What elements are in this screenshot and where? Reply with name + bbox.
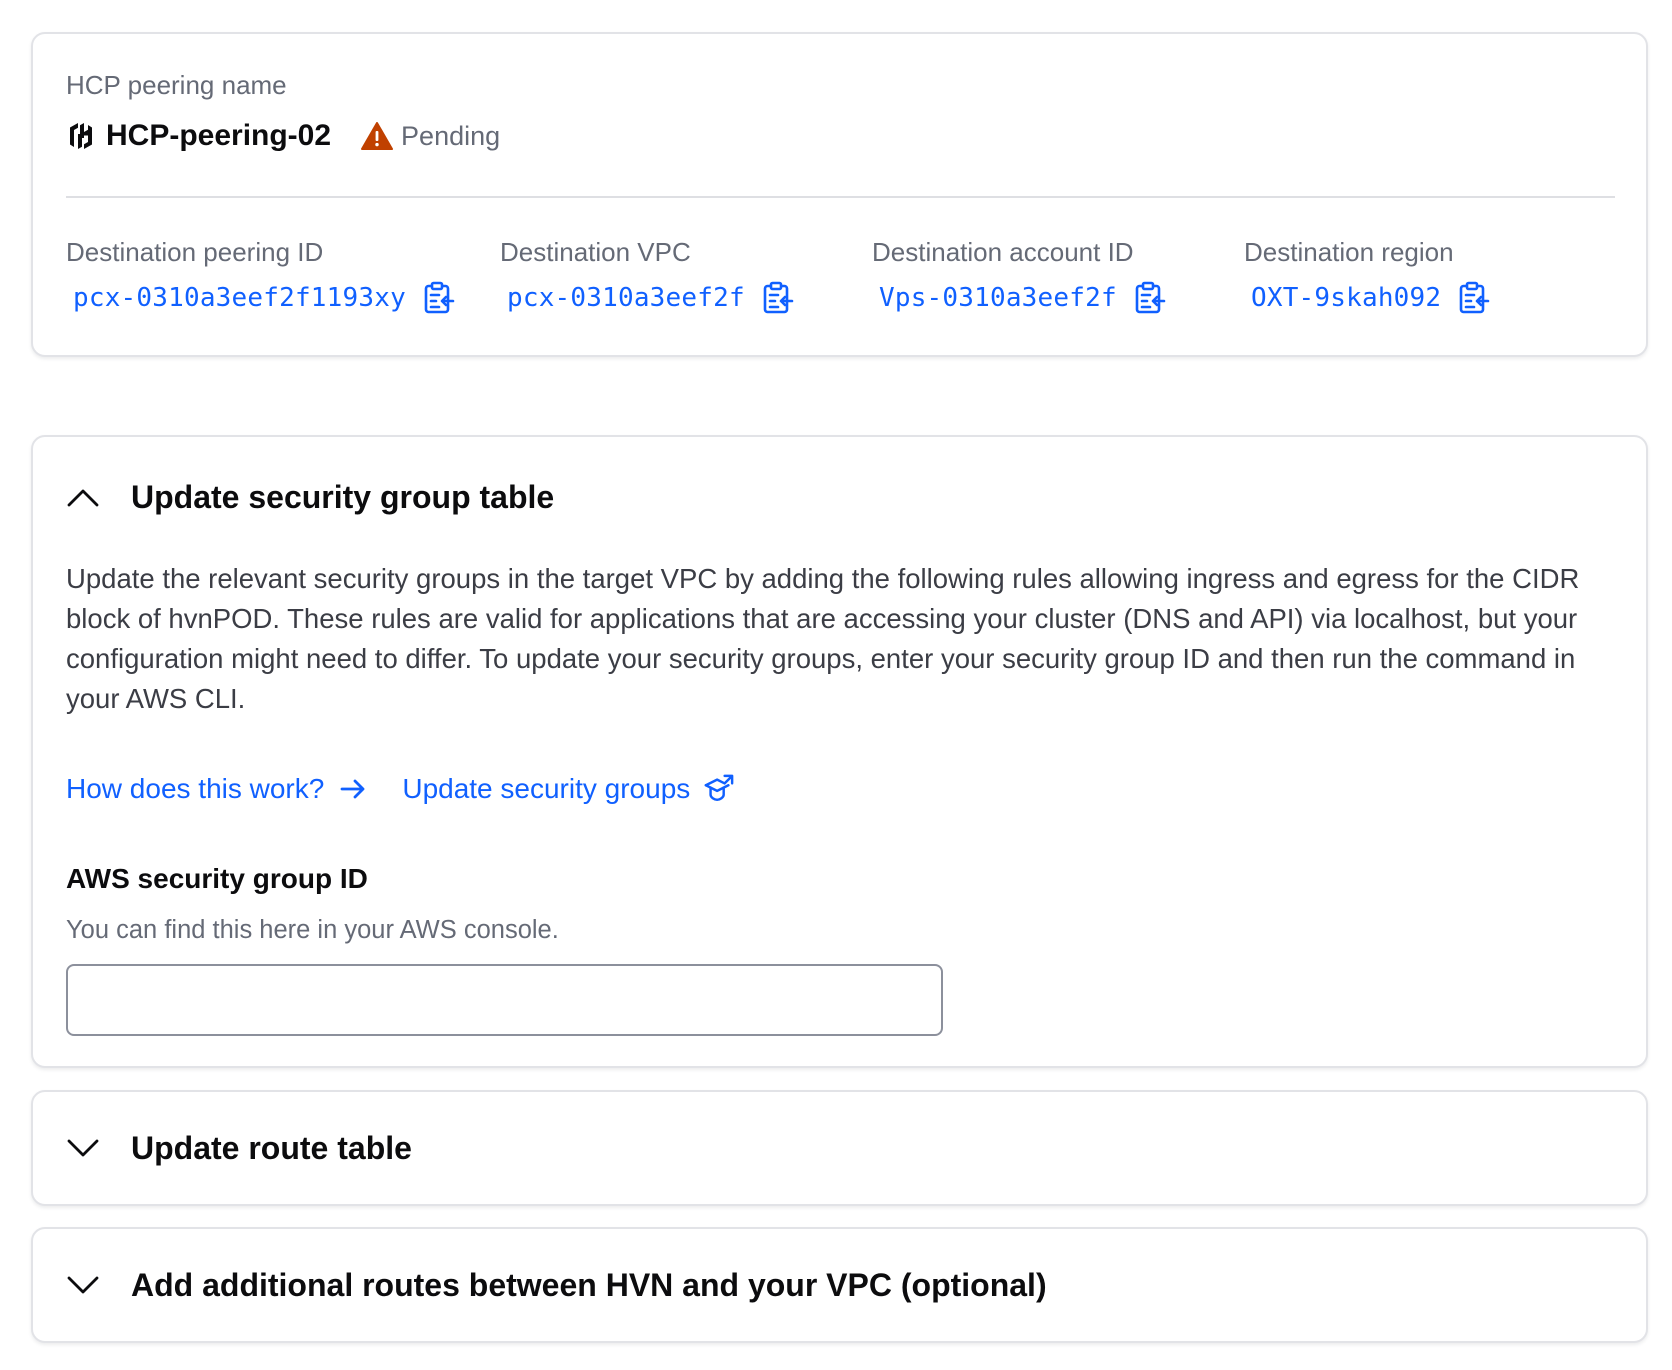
clipboard-copy-icon[interactable]: [1134, 281, 1166, 315]
warning-triangle-icon: [361, 122, 394, 150]
clipboard-copy-icon[interactable]: [423, 281, 455, 315]
chevron-down-icon[interactable]: [66, 1131, 100, 1165]
detail-value-row: Vps-0310a3eef2f: [872, 279, 1166, 317]
detail-label: Destination region: [1244, 237, 1454, 267]
learn-external-icon: [704, 774, 734, 801]
detail-value-row: pcx-0310a3eef2f1193xy: [66, 279, 455, 317]
detail-value: pcx-0310a3eef2f: [507, 283, 745, 313]
status-text: Pending: [401, 120, 501, 151]
detail-destination-region: Destination region OXT-9skah092: [1244, 235, 1490, 317]
hcp-logo-icon: [70, 123, 92, 149]
security-group-description: Update the relevant security groups in t…: [66, 563, 1580, 714]
detail-value-row: pcx-0310a3eef2f: [500, 279, 794, 317]
security-group-id-help: You can find this here in your AWS conso…: [66, 916, 559, 944]
detail-value: Vps-0310a3eef2f: [879, 283, 1117, 313]
section-divider: [66, 196, 1615, 198]
clipboard-copy-icon[interactable]: [1458, 281, 1490, 315]
detail-destination-vpc: Destination VPC pcx-0310a3eef2f: [500, 235, 794, 317]
route-table-accordion-toggle[interactable]: Update route table: [66, 1092, 412, 1204]
detail-destination-account-id: Destination account ID Vps-0310a3eef2f: [872, 235, 1166, 317]
accordion-title: Add additional routes between HVN and yo…: [131, 1266, 1047, 1303]
how-does-this-work-link[interactable]: How does this work?: [66, 773, 368, 805]
peering-name-label: HCP peering name: [66, 70, 287, 100]
link-label: Update security groups: [402, 773, 691, 804]
chevron-up-icon[interactable]: [66, 480, 100, 514]
peering-name: HCP-peering-02: [106, 119, 332, 152]
security-group-id-input[interactable]: [66, 964, 943, 1036]
detail-label: Destination VPC: [500, 237, 691, 267]
accordion-title: Update security group table: [131, 478, 555, 515]
detail-value-row: OXT-9skah092: [1244, 279, 1490, 317]
detail-value: OXT-9skah092: [1251, 283, 1442, 313]
peering-title-row: HCP-peering-02 Pending: [66, 116, 500, 156]
link-label: How does this work?: [66, 773, 325, 804]
chevron-down-icon[interactable]: [66, 1268, 100, 1302]
status-badge: Pending: [361, 121, 500, 152]
update-security-groups-link[interactable]: Update security groups: [402, 773, 734, 805]
detail-label: Destination account ID: [872, 237, 1134, 267]
route-table-accordion: Update route table: [31, 1090, 1648, 1206]
security-group-accordion: Update security group table Update the r…: [31, 435, 1648, 1068]
detail-value: pcx-0310a3eef2f1193xy: [73, 283, 406, 313]
peering-details-card: HCP peering name HCP-peering-02 Pending …: [31, 32, 1648, 357]
detail-label: Destination peering ID: [66, 237, 324, 267]
detail-destination-peering-id: Destination peering ID pcx-0310a3eef2f11…: [66, 235, 455, 317]
additional-routes-accordion-toggle[interactable]: Add additional routes between HVN and yo…: [66, 1229, 1047, 1341]
arrow-right-icon: [340, 779, 365, 799]
additional-routes-accordion: Add additional routes between HVN and yo…: [31, 1227, 1648, 1343]
help-links: How does this work? Update security grou…: [66, 767, 734, 811]
accordion-title: Update route table: [131, 1129, 412, 1166]
clipboard-copy-icon[interactable]: [762, 281, 794, 315]
security-group-id-label: AWS security group ID: [66, 863, 368, 894]
security-group-accordion-toggle[interactable]: Update security group table: [66, 437, 554, 557]
